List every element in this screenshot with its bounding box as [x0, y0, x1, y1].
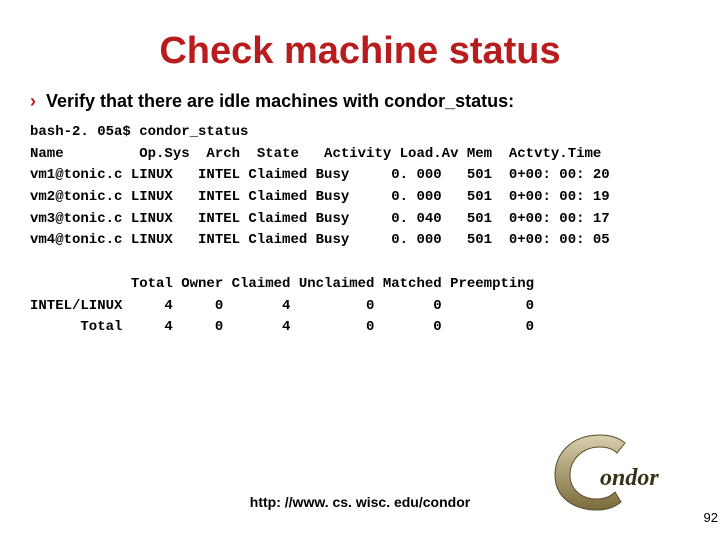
bullet-text: Verify that there are idle machines with…	[46, 91, 514, 112]
summary-row: Total 4 0 4 0 0 0	[30, 319, 534, 335]
terminal-output: bash-2. 05a$ condor_status Name Op.Sys A…	[30, 122, 690, 339]
prompt-line: bash-2. 05a$ condor_status	[30, 124, 248, 140]
bullet-marker: ›	[30, 91, 36, 112]
data-row: vm4@tonic.c LINUX INTEL Claimed Busy 0. …	[30, 232, 610, 248]
data-row: vm1@tonic.c LINUX INTEL Claimed Busy 0. …	[30, 167, 610, 183]
bullet-item: › Verify that there are idle machines wi…	[30, 91, 690, 112]
svg-text:ondor: ondor	[600, 465, 659, 491]
header-line: Name Op.Sys Arch State Activity Load.Av …	[30, 146, 601, 162]
data-row: vm2@tonic.c LINUX INTEL Claimed Busy 0. …	[30, 189, 610, 205]
summary-header: Total Owner Claimed Unclaimed Matched Pr…	[30, 276, 534, 292]
slide-container: Check machine status › Verify that there…	[0, 0, 720, 339]
footer-url: http: //www. cs. wisc. edu/condor	[0, 494, 720, 510]
slide-title: Check machine status	[30, 30, 690, 73]
data-row: vm3@tonic.c LINUX INTEL Claimed Busy 0. …	[30, 211, 610, 227]
summary-row: INTEL/LINUX 4 0 4 0 0 0	[30, 298, 534, 314]
page-number: 92	[704, 510, 718, 525]
